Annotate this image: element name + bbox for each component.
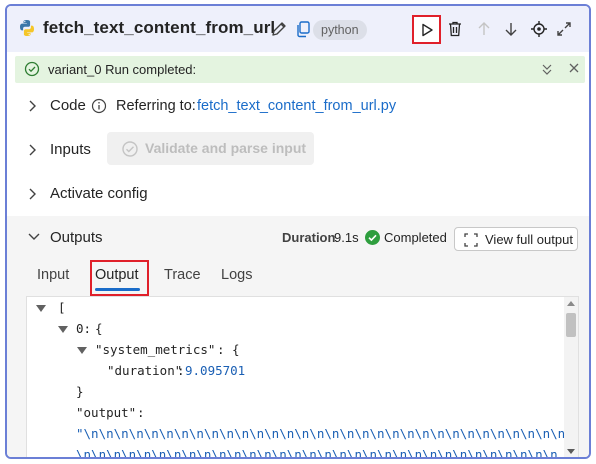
json-value-output-line-2: \n\n\n\n\n\n\n\n\n\n\n\n\n\n\n\n\n\n\n\n… — [76, 447, 558, 459]
inputs-section[interactable]: Inputs Validate and parse input — [7, 130, 589, 170]
info-icon[interactable] — [91, 98, 107, 114]
python-node-card: fetch_text_content_from_url python varia — [5, 4, 591, 459]
json-object-open: { — [232, 342, 240, 357]
scrollbar-thumb[interactable] — [566, 313, 576, 337]
move-up-button[interactable] — [472, 17, 496, 41]
json-colon: : — [217, 342, 225, 357]
vertical-scrollbar[interactable] — [564, 297, 578, 457]
outputs-section: Outputs Duration 9.1s Completed View ful… — [7, 216, 589, 459]
tab-trace[interactable]: Trace — [164, 267, 201, 283]
referring-to-label: Referring to: — [116, 98, 196, 114]
copy-icon[interactable] — [293, 19, 313, 39]
delete-icon — [449, 21, 461, 37]
chevron-right-icon[interactable] — [27, 143, 37, 157]
close-icon[interactable] — [568, 62, 580, 74]
json-object-close: } — [76, 384, 84, 399]
python-icon — [18, 19, 36, 37]
tab-output[interactable]: Output — [95, 267, 139, 283]
duration-value: 9.1s — [334, 230, 359, 245]
node-title: fetch_text_content_from_url — [43, 18, 276, 37]
duration-label: Duration — [282, 230, 336, 245]
node-header: fetch_text_content_from_url python — [7, 6, 589, 52]
json-object-open: { — [95, 321, 103, 336]
json-colon: : — [177, 363, 185, 378]
tab-logs[interactable]: Logs — [221, 267, 252, 283]
check-circle-icon — [24, 61, 40, 77]
json-key-duration: "duration" — [107, 363, 183, 378]
json-array-open: [ — [58, 300, 66, 315]
json-key-system-metrics: "system_metrics" — [95, 342, 216, 357]
validate-input-button[interactable]: Validate and parse input — [107, 132, 314, 165]
inputs-label: Inputs — [50, 141, 91, 158]
scroll-down-arrow-icon[interactable] — [567, 449, 575, 454]
chevron-right-icon[interactable] — [27, 187, 37, 201]
expand-icon — [557, 22, 571, 36]
full-screen-icon — [464, 233, 478, 247]
code-section[interactable]: Code Referring to: fetch_text_content_fr… — [7, 86, 589, 126]
active-tab-indicator — [95, 288, 140, 291]
tab-input[interactable]: Input — [37, 267, 69, 283]
move-down-icon — [505, 23, 517, 36]
collapse-toggle-icon[interactable] — [58, 326, 68, 333]
collapse-toggle-icon[interactable] — [36, 305, 46, 312]
collapse-toggle-icon[interactable] — [77, 347, 87, 354]
chevron-down-icon[interactable] — [27, 232, 41, 242]
json-key-output: "output" — [76, 405, 137, 420]
run-status-text: variant_0 Run completed: — [48, 62, 197, 77]
chevron-right-icon[interactable] — [27, 99, 37, 113]
locate-icon — [531, 21, 547, 37]
scroll-up-arrow-icon[interactable] — [567, 301, 575, 306]
json-index: 0: — [76, 321, 92, 336]
run-button[interactable] — [412, 15, 441, 44]
check-circle-filled-icon — [365, 230, 380, 245]
json-value-output-line-1: "\n\n\n\n\n\n\n\n\n\n\n\n\n\n\n\n\n\n\n\… — [76, 426, 566, 441]
view-full-output-label: View full output — [485, 232, 573, 247]
view-full-output-button[interactable]: View full output — [454, 227, 578, 251]
run-icon — [421, 23, 433, 36]
move-up-icon — [478, 22, 490, 35]
edit-icon[interactable] — [269, 19, 289, 39]
code-label: Code — [50, 97, 86, 114]
validate-input-label: Validate and parse input — [145, 140, 307, 156]
json-output-viewer[interactable]: [ 0: { "system_metrics" : { "duration" :… — [26, 296, 579, 459]
outputs-label: Outputs — [50, 229, 103, 246]
run-status-bar: variant_0 Run completed: — [15, 56, 585, 83]
expand-button[interactable] — [552, 17, 576, 41]
validate-icon — [122, 141, 138, 157]
double-chevron-down-icon[interactable] — [540, 61, 554, 77]
json-colon: : — [137, 405, 145, 420]
locate-button[interactable] — [527, 17, 551, 41]
delete-button[interactable] — [443, 17, 467, 41]
completed-status: Completed — [384, 230, 447, 245]
activate-config-section[interactable]: Activate config — [7, 174, 589, 214]
source-file-link[interactable]: fetch_text_content_from_url.py — [197, 98, 396, 114]
activate-config-label: Activate config — [50, 185, 148, 202]
json-value-duration: 9.095701 — [185, 363, 246, 378]
language-badge: python — [313, 20, 367, 40]
move-down-button[interactable] — [499, 17, 523, 41]
